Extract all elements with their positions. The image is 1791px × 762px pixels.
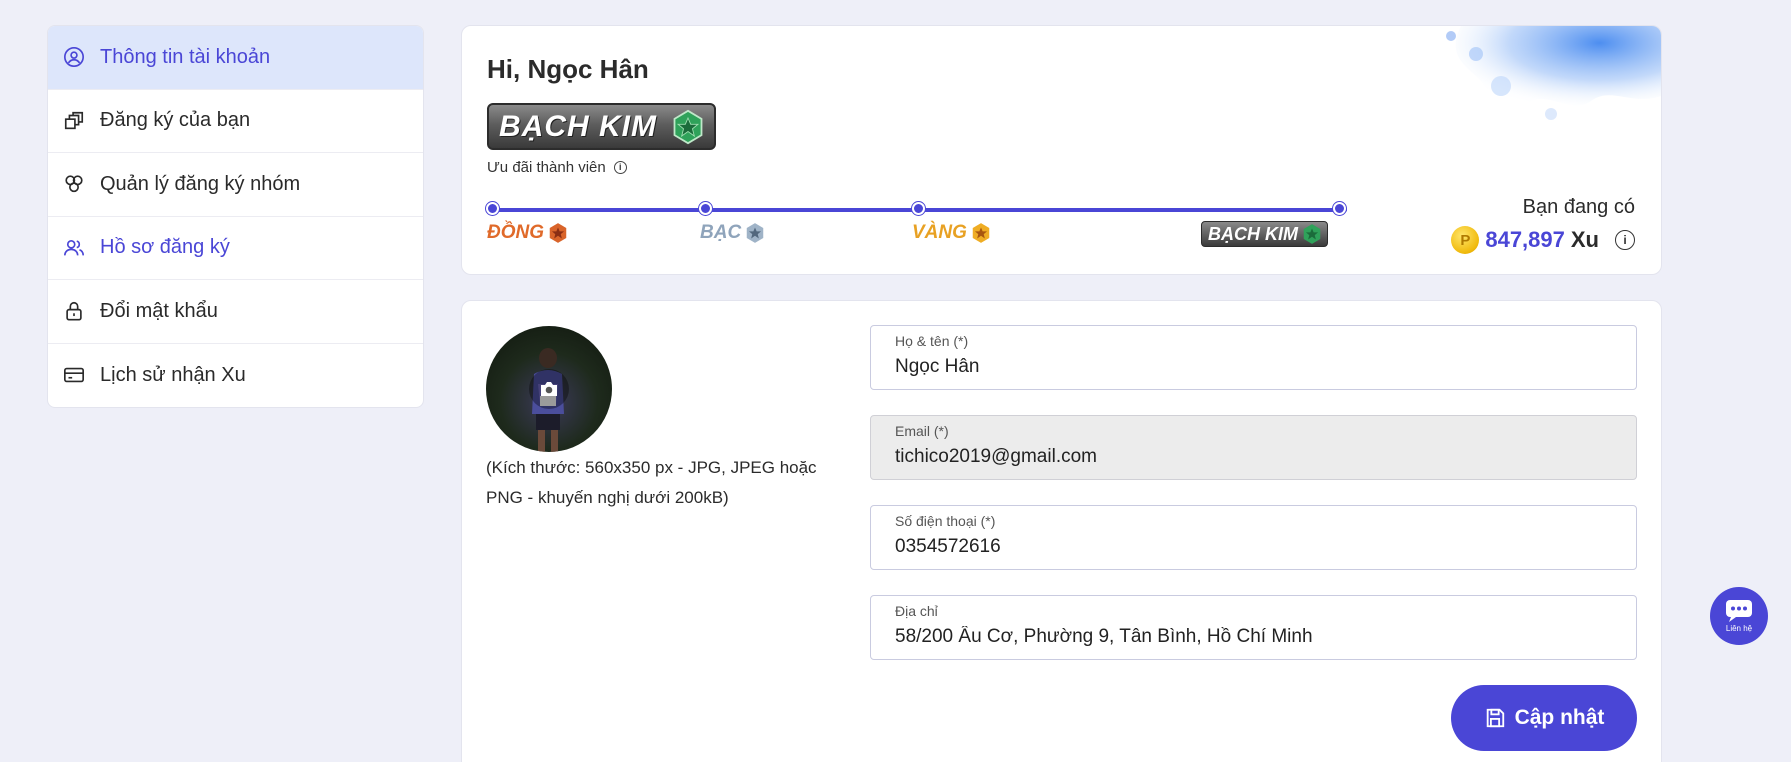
silver-star-icon [746,223,764,243]
bronze-star-icon [549,223,567,243]
phone-label: Số điện thoại (*) [895,513,996,529]
balance-label: Bạn đang có [1522,196,1635,218]
stack-icon [62,109,86,133]
info-icon[interactable]: i [613,161,627,174]
member-perks-label: Ưu đãi thành viên [487,159,606,176]
coin-icon: P [1451,226,1480,254]
change-avatar-button[interactable] [529,369,569,409]
save-icon [1486,708,1504,728]
sidebar-item-label: Lịch sử nhận Xu [100,363,246,386]
tier-dot-bac [699,202,712,215]
balance-unit: Xu [1570,227,1599,252]
account-sidebar: Thông tin tài khoản Đăng ký của bạn Quản… [47,25,424,408]
sidebar-item-change-password[interactable]: Đổi mật khẩu [48,280,423,344]
lock-icon [62,299,86,323]
camera-icon [541,382,557,396]
sidebar-item-label: Thông tin tài khoản [100,45,271,68]
tier-label: BẠC [700,222,742,243]
emerald-star-icon [673,109,703,145]
tier-bach-kim: BẠCH KIM [1201,221,1328,247]
profile-form-card: (Kích thước: 560x350 px - JPG, JPEG hoặc… [461,300,1662,762]
sidebar-item-your-registrations[interactable]: Đăng ký của bạn [48,90,423,153]
tier-bac: BẠC [700,222,766,244]
sidebar-item-registration-profile[interactable]: Hồ sơ đăng ký [48,217,423,280]
watercolor-decoration [1446,26,1661,120]
sidebar-item-label: Quản lý đăng ký nhóm [100,172,301,195]
update-button-label: Cập nhật [1514,706,1605,729]
sidebar-item-label: Hồ sơ đăng ký [100,236,230,259]
member-perks-link[interactable]: Ưu đãi thành viên i [487,159,627,176]
full-name-input[interactable] [895,356,1612,378]
user-circle-icon [62,45,86,69]
current-tier-badge: BẠCH KIM [487,103,716,150]
full-name-label: Họ & tên (*) [895,333,969,349]
membership-summary-card: Hi, Ngọc Hân BẠCH KIM Ưu đãi thành viên … [461,25,1662,275]
contact-label: Liên hệ [1725,624,1753,633]
sidebar-item-label: Đổi mật khẩu [100,299,218,322]
address-label: Địa chỉ [895,603,938,619]
group-circles-icon [62,172,86,196]
tier-vang: VÀNG [912,222,992,244]
emerald-star-icon [1303,224,1321,244]
avatar-size-hint: (Kích thước: 560x350 px - JPG, JPEG hoặc… [486,458,817,507]
coin-balance: P 847,897 Xu i [1451,226,1635,254]
tier-dot-vang [912,202,925,215]
sidebar-item-account-info[interactable]: Thông tin tài khoản [48,26,423,90]
sidebar-item-group-registrations[interactable]: Quản lý đăng ký nhóm [48,153,423,217]
card-icon [62,363,86,387]
tier-label: BẠCH KIM [1208,223,1298,244]
address-input[interactable] [895,626,1612,648]
tier-dong: ĐỒNG [487,222,569,244]
phone-input[interactable] [895,536,1612,558]
sidebar-item-coin-history[interactable]: Lịch sử nhận Xu [48,344,423,408]
email-label: Email (*) [895,423,949,439]
address-field: Địa chỉ [870,595,1637,660]
avatar[interactable] [486,326,612,452]
balance-amount: 847,897 [1485,227,1565,252]
phone-field: Số điện thoại (*) [870,505,1637,570]
gold-star-icon [972,223,990,243]
tier-dot-dong [486,202,499,215]
users-icon [62,236,86,260]
sidebar-item-label: Đăng ký của bạn [100,109,251,132]
tier-label: ĐỒNG [487,222,544,243]
info-icon[interactable]: i [1615,230,1635,250]
email-input [895,446,1612,468]
update-button[interactable]: Cập nhật [1451,685,1637,751]
chat-icon [1726,600,1752,622]
email-field: Email (*) [870,415,1637,480]
current-tier-label: BẠCH KIM [499,109,657,143]
tier-dot-bach-kim [1333,202,1346,215]
full-name-field: Họ & tên (*) [870,325,1637,390]
contact-chat-button[interactable]: Liên hệ [1710,587,1768,645]
tier-label: VÀNG [912,222,967,243]
greeting-heading: Hi, Ngọc Hân [487,54,649,84]
